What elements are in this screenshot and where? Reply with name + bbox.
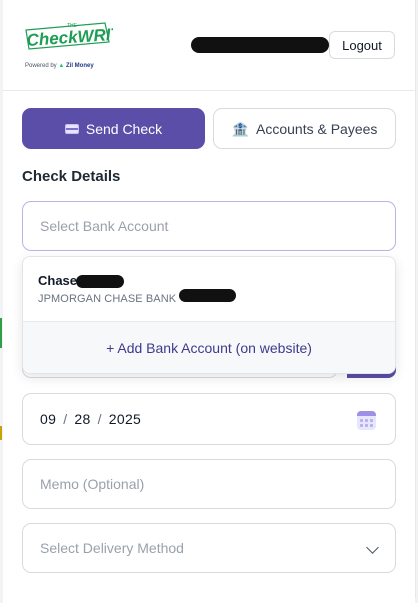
credit-card-icon [64,123,79,134]
zil-money-icon: ▲ [58,63,65,69]
bank-icon: 🏦 [231,120,250,137]
popup-header: THE CheckWRITER Powered by ▲ Zil Money L… [3,0,415,91]
check-date-input[interactable]: 09 / 28 / 2025 [22,393,396,445]
date-year[interactable]: 2025 [109,411,141,427]
background-page-mark [0,318,2,348]
section-title: Check Details [22,168,121,185]
tab-accounts-payees[interactable]: 🏦 Accounts & Payees [213,108,396,149]
memo-placeholder: Memo (Optional) [40,476,145,492]
bank-account-select[interactable]: Select Bank Account [22,201,396,251]
delivery-method-select[interactable]: Select Delivery Method [22,523,396,573]
bank-option-institution: JPMORGAN CHASE BANK [38,293,177,305]
checkwriter-logo: THE CheckWRITER Powered by ▲ Zil Money [23,18,146,74]
tab-accounts-payees-label: Accounts & Payees [256,120,378,137]
bank-account-dropdown: Chase JPMORGAN CHASE BANK + Add Bank Acc… [22,256,396,374]
logo-powered-text: Powered by [25,63,57,69]
background-page-mark [0,426,2,440]
chevron-down-icon [366,541,379,554]
redacted-account-number [76,275,124,288]
bank-account-placeholder: Select Bank Account [40,218,169,234]
redacted-account-name [191,37,329,53]
memo-input[interactable]: Memo (Optional) [22,459,396,509]
date-value: 09 / 28 / 2025 [40,411,141,427]
add-bank-account-link[interactable]: + Add Bank Account (on website) [23,322,395,373]
delivery-method-placeholder: Select Delivery Method [40,540,184,556]
tab-send-check[interactable]: Send Check [22,108,205,149]
logo-tagline: Powered by ▲ Zil Money [25,63,94,69]
calendar-icon[interactable] [357,411,376,430]
redacted-routing-number [179,289,236,302]
date-separator: / [97,411,102,427]
date-separator: / [63,411,68,427]
logo-company-text: Zil Money [65,63,94,69]
bank-account-option[interactable]: Chase JPMORGAN CHASE BANK [23,257,395,321]
checkwriter-logo-mark: THE CheckWRITER [25,22,146,50]
date-month[interactable]: 09 [40,411,56,427]
extension-popup: THE CheckWRITER Powered by ▲ Zil Money L… [3,0,416,598]
logout-button[interactable]: Logout [329,31,395,59]
tab-send-check-label: Send Check [85,120,163,137]
date-day[interactable]: 28 [74,411,90,427]
bank-option-name: Chase [38,273,78,288]
